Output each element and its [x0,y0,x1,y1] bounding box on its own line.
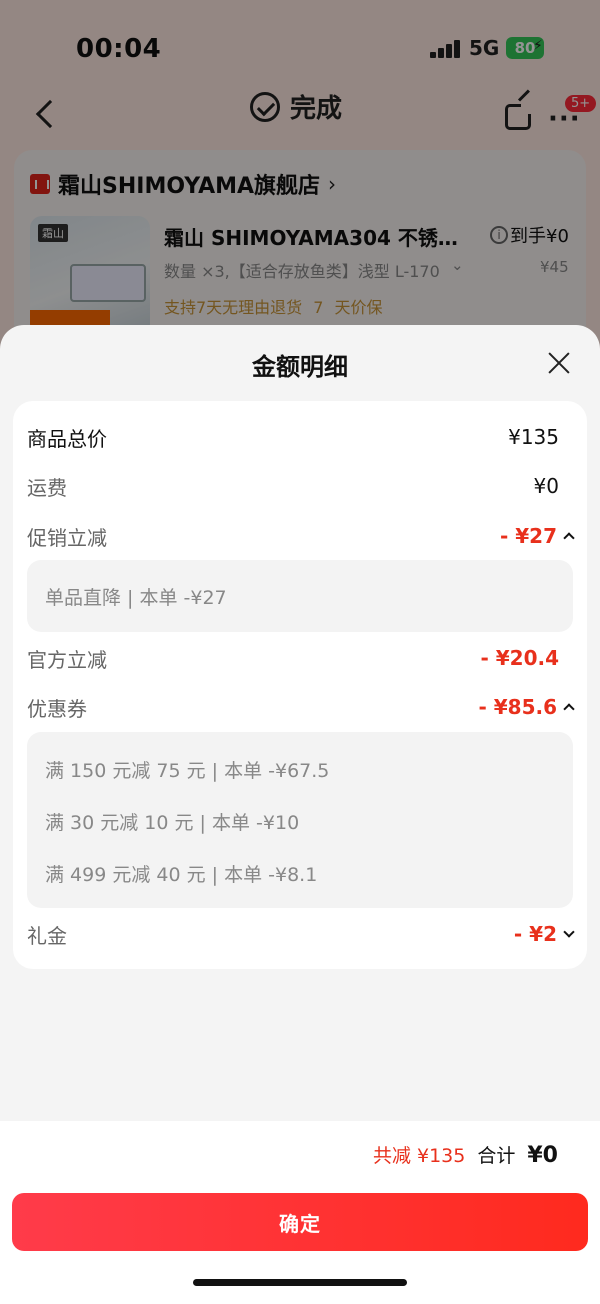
promo-detail-box: 单品直降 | 本单 -¥27 [27,560,573,632]
row-label: 礼金 [27,923,67,948]
row-amount: - ¥2 [513,922,557,946]
row-label: 促销立减 [27,525,107,550]
total-discount: 共减 ¥135 [372,1145,466,1167]
row-amount: - ¥27 [499,524,557,548]
row-label: 运费 [27,475,67,500]
coupon-detail-box: 满 150 元减 75 元 | 本单 -¥67.5 满 30 元减 10 元 |… [27,732,573,908]
total-label: 合计 [477,1145,516,1167]
row-official: 官方立减 - ¥20.4 [27,643,573,673]
amount-detail-sheet: 金额明细 商品总价 ¥135 运费 ¥0 促销立减 - ¥27 单品直降 | 本… [0,325,600,1304]
total-summary: 共减 ¥135 合计 ¥0 [373,1141,558,1168]
coupon-detail-line: 满 499 元减 40 元 | 本单 -¥8.1 [45,864,318,886]
row-amount: - ¥20.4 [480,646,559,670]
sheet-footer: 共减 ¥135 合计 ¥0 确定 [0,1121,600,1304]
total-value: ¥0 [527,1143,558,1168]
row-amount: ¥135 [508,425,559,449]
promo-detail-line: 单品直降 | 本单 -¥27 [45,587,227,609]
chevron-down-icon[interactable] [563,926,575,938]
chevron-up-icon[interactable] [563,532,575,544]
row-gift[interactable]: 礼金 - ¥2 [27,919,575,949]
row-shipping: 运费 ¥0 [27,471,573,501]
sheet-title: 金额明细 [252,353,348,381]
confirm-button[interactable]: 确定 [12,1193,588,1251]
row-label: 优惠券 [27,696,87,721]
coupon-detail-line: 满 30 元减 10 元 | 本单 -¥10 [45,812,300,834]
row-label: 商品总价 [27,426,107,451]
row-coupon[interactable]: 优惠券 - ¥85.6 [27,692,575,722]
row-label: 官方立减 [27,647,107,672]
row-amount: - ¥85.6 [478,695,557,719]
close-icon[interactable] [547,351,571,375]
chevron-up-icon[interactable] [563,703,575,715]
coupon-detail-line: 满 150 元减 75 元 | 本单 -¥67.5 [45,760,330,782]
row-amount: ¥0 [533,474,559,498]
home-indicator[interactable] [193,1279,407,1286]
amount-detail-card: 商品总价 ¥135 运费 ¥0 促销立减 - ¥27 单品直降 | 本单 -¥2… [13,401,587,969]
row-goods-total: 商品总价 ¥135 [27,422,573,452]
row-promo[interactable]: 促销立减 - ¥27 [27,521,575,551]
